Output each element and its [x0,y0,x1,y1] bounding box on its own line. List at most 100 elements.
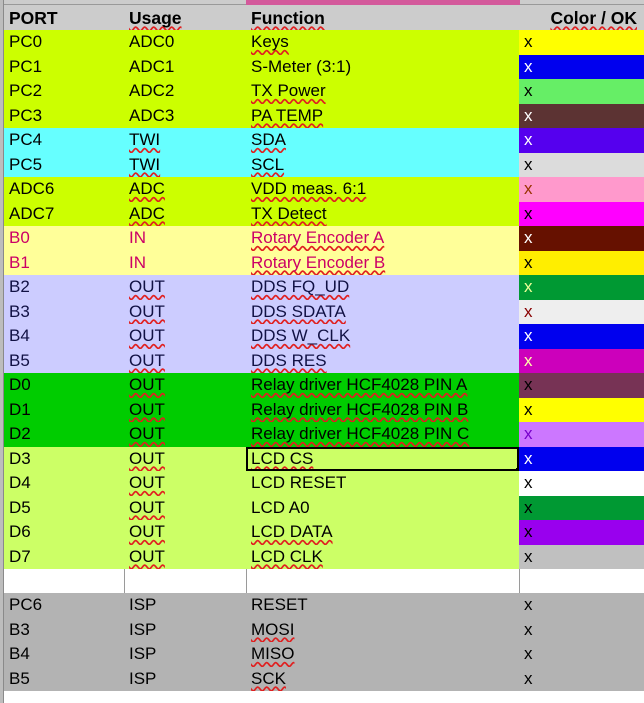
header-cell-function[interactable]: Function [246,5,519,30]
cell-port[interactable]: D5 [4,495,124,520]
cell-usage[interactable]: OUT [124,348,246,373]
empty-cell[interactable] [4,569,125,593]
cell-function[interactable]: LCD DATA [246,520,519,545]
cell-port[interactable]: PC2 [4,79,124,104]
cell-usage[interactable]: OUT [124,422,246,447]
cell-function[interactable]: Keys [246,30,519,55]
cell-function[interactable]: Relay driver HCF4028 PIN B [246,397,519,422]
cell-function[interactable]: Rotary Encoder B [246,250,519,275]
cell-port[interactable]: B4 [4,324,124,349]
cell-color-ok[interactable]: x [519,275,644,300]
cell-port[interactable]: PC1 [4,54,124,79]
cell-usage[interactable]: ADC [124,201,246,226]
cell-usage[interactable]: OUT [124,397,246,422]
cell-function[interactable]: DDS RES [246,348,519,373]
cell-usage[interactable]: ADC [124,177,246,202]
cell-usage[interactable]: ADC0 [124,30,246,55]
cell-color-ok[interactable]: x [519,544,644,569]
cell-usage[interactable]: OUT [124,373,246,398]
cell-port[interactable]: PC6 [4,593,124,618]
cell-function[interactable]: Relay driver HCF4028 PIN A [246,373,519,398]
cell-port[interactable]: PC0 [4,30,124,55]
header-cell-usage[interactable]: Usage [124,5,246,30]
cell-function[interactable]: DDS W_CLK [246,324,519,349]
cell-usage[interactable]: OUT [124,446,246,471]
cell-function[interactable]: SCL [246,152,519,177]
cell-usage[interactable]: OUT [124,520,246,545]
cell-function[interactable]: TX Power [246,79,519,104]
cell-color-ok[interactable]: x [519,54,644,79]
cell-function[interactable]: S-Meter (3:1) [246,54,519,79]
cell-port[interactable]: PC3 [4,103,124,128]
cell-function[interactable]: SCK [246,666,519,691]
cell-usage[interactable]: IN [124,250,246,275]
fill-handle[interactable] [516,468,519,471]
cell-port[interactable]: B2 [4,275,124,300]
cell-port[interactable]: B4 [4,642,124,667]
cell-color-ok[interactable]: x [519,471,644,496]
cell-function[interactable]: TX Detect [246,201,519,226]
cell-usage[interactable]: OUT [124,544,246,569]
cell-function[interactable]: VDD meas. 6:1 [246,177,519,202]
cell-port[interactable]: D3 [4,446,124,471]
cell-color-ok[interactable]: x [519,128,644,153]
cell-color-ok[interactable]: x [519,348,644,373]
cell-port[interactable]: PC4 [4,128,124,153]
cell-color-ok[interactable]: x [519,79,644,104]
cell-port[interactable]: ADC6 [4,177,124,202]
cell-color-ok[interactable]: x [519,422,644,447]
cell-color-ok[interactable]: x [519,617,644,642]
cell-usage[interactable]: OUT [124,471,246,496]
cell-function[interactable]: SDA [246,128,519,153]
cell-color-ok[interactable]: x [519,324,644,349]
cell-usage[interactable]: TWI [124,128,246,153]
cell-color-ok[interactable]: x [519,226,644,251]
header-cell-port[interactable]: PORT [4,5,124,30]
cell-port[interactable]: B1 [4,250,124,275]
cell-port[interactable]: D1 [4,397,124,422]
cell-function[interactable]: LCD RESET [246,471,519,496]
cell-port[interactable]: B5 [4,666,124,691]
cell-function[interactable]: MOSI [246,617,519,642]
cell-usage[interactable]: OUT [124,324,246,349]
cell-color-ok[interactable]: x [519,250,644,275]
cell-usage[interactable]: ADC1 [124,54,246,79]
header-cell-color-ok[interactable]: Color / OK [519,5,644,30]
cell-color-ok[interactable]: x [519,495,644,520]
cell-port[interactable]: D7 [4,544,124,569]
cell-color-ok[interactable]: x [519,152,644,177]
cell-function[interactable]: LCD A0 [246,495,519,520]
cell-function[interactable]: LCD CLK [246,544,519,569]
cell-usage[interactable]: ISP [124,593,246,618]
cell-usage[interactable]: IN [124,226,246,251]
cell-function[interactable]: Relay driver HCF4028 PIN C [246,422,519,447]
cell-port[interactable]: B0 [4,226,124,251]
cell-color-ok[interactable]: x [519,520,644,545]
cell-port[interactable]: ADC7 [4,201,124,226]
empty-cell[interactable] [124,569,247,593]
cell-color-ok[interactable]: x [519,177,644,202]
cell-function[interactable]: RESET [246,593,519,618]
cell-usage[interactable]: ADC3 [124,103,246,128]
cell-usage[interactable]: ADC2 [124,79,246,104]
cell-function[interactable]: DDS SDATA [246,299,519,324]
cell-color-ok[interactable]: x [519,666,644,691]
cell-function-selected[interactable]: LCD CS [246,446,519,471]
cell-usage[interactable]: ISP [124,617,246,642]
cell-color-ok[interactable]: x [519,593,644,618]
cell-color-ok[interactable]: x [519,373,644,398]
cell-usage[interactable]: TWI [124,152,246,177]
cell-function[interactable]: DDS FQ_UD [246,275,519,300]
cell-port[interactable]: D0 [4,373,124,398]
cell-port[interactable]: B5 [4,348,124,373]
cell-function[interactable]: MISO [246,642,519,667]
cell-port[interactable]: B3 [4,299,124,324]
cell-port[interactable]: D2 [4,422,124,447]
cell-usage[interactable]: ISP [124,642,246,667]
cell-port[interactable]: B3 [4,617,124,642]
cell-color-ok[interactable]: x [519,103,644,128]
cell-port[interactable]: D6 [4,520,124,545]
cell-usage[interactable]: ISP [124,666,246,691]
empty-cell[interactable] [246,569,520,593]
cell-function[interactable]: PA TEMP [246,103,519,128]
